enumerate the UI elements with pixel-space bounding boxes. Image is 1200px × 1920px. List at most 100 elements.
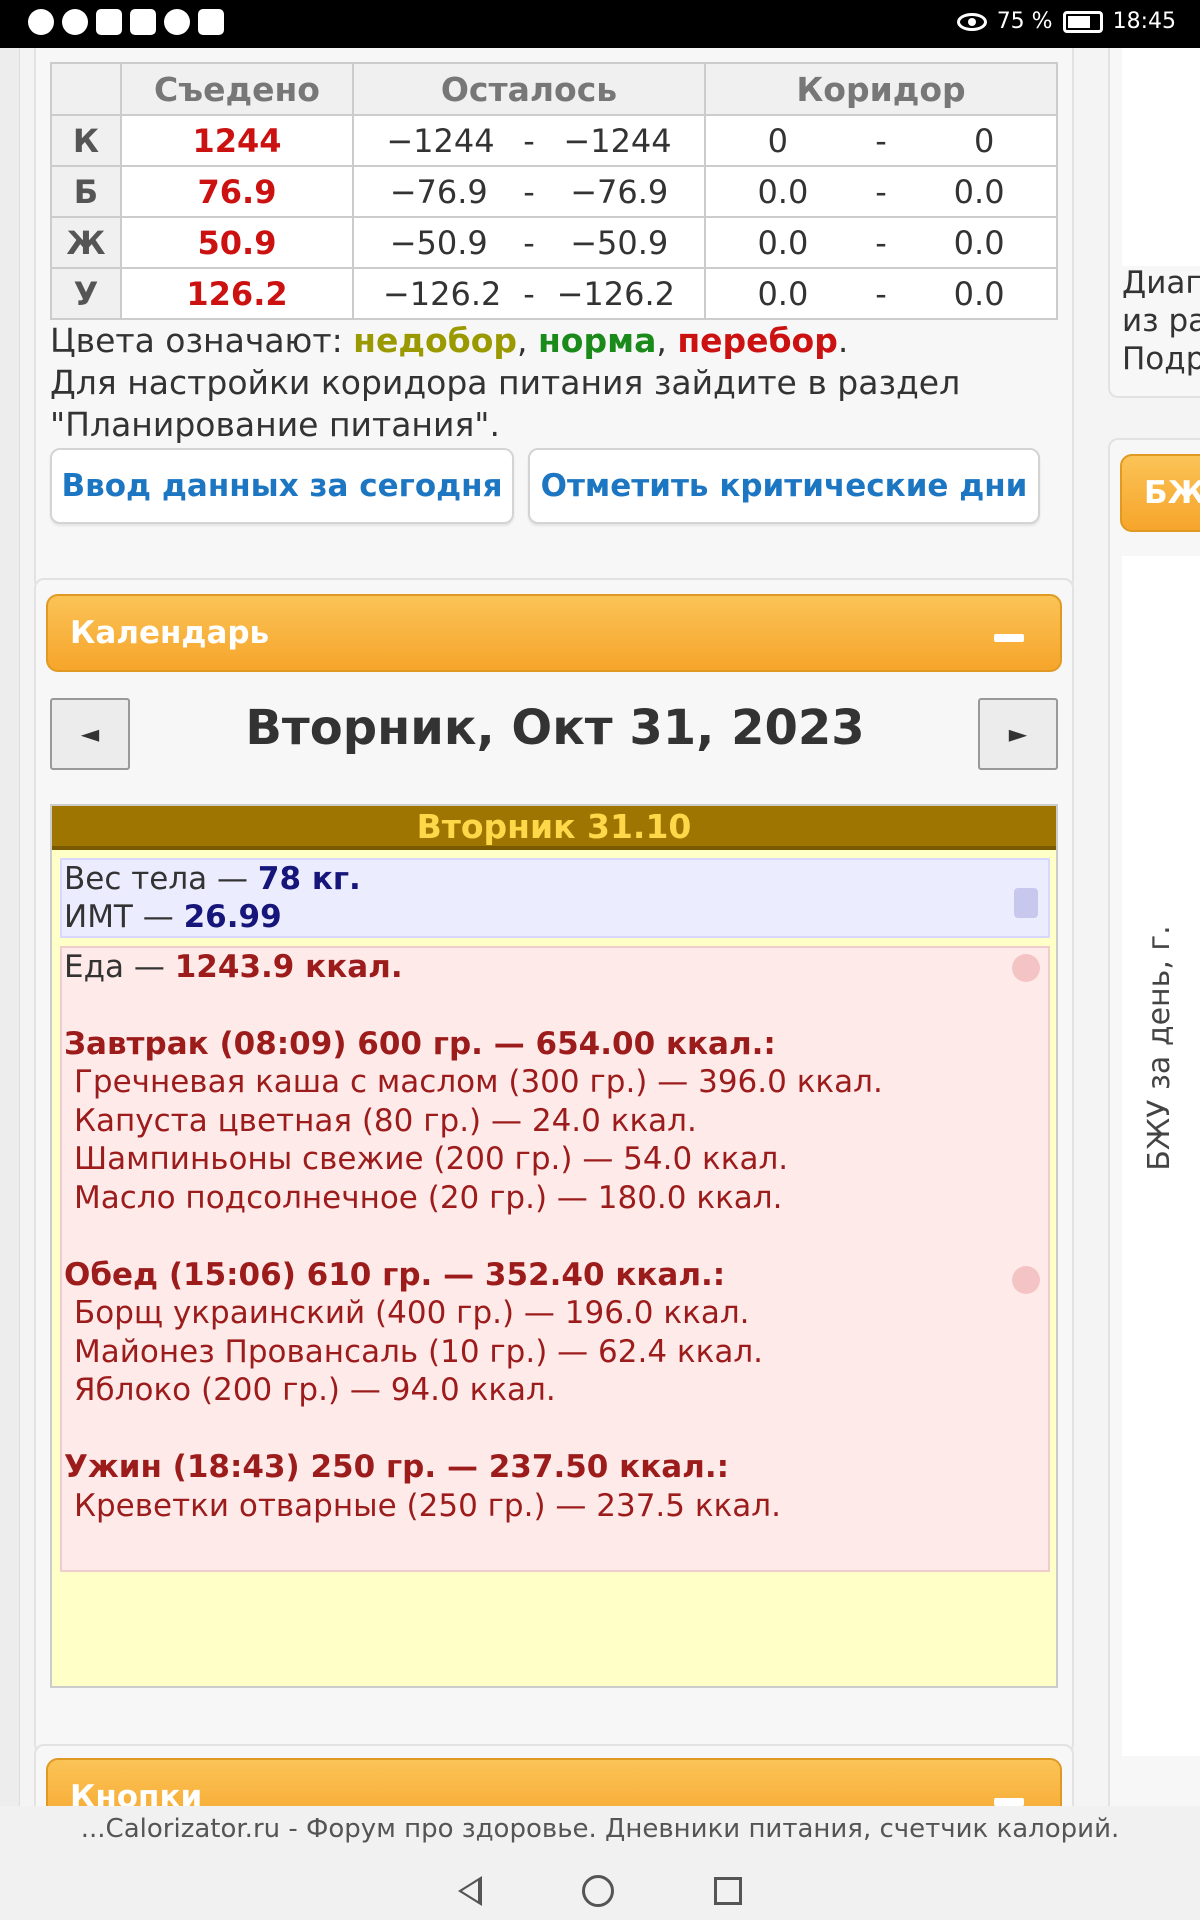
- browser-footer: ...Calorizator.ru - Форум про здоровье. …: [0, 1806, 1200, 1920]
- left-rail: [0, 48, 20, 1806]
- collapse-icon[interactable]: [994, 634, 1024, 642]
- legend-over: перебор: [677, 321, 838, 360]
- table-header-eaten: Съедено: [120, 62, 354, 116]
- enter-today-button[interactable]: Ввод данных за сегодня: [50, 448, 514, 524]
- corridor-from: 0.0: [757, 274, 809, 313]
- list-item: Борщ украинский (400 гр.) — 196.0 ккал.: [74, 1295, 750, 1332]
- corridor-range: 0.0 - 0.0: [704, 216, 1058, 269]
- calendar-date-title: Вторник, Окт 31, 2023: [245, 700, 865, 756]
- apple-icon: [1012, 954, 1040, 982]
- weight-value: 78 кг.: [257, 861, 361, 897]
- left-range: −126.2- −126.2: [352, 267, 706, 320]
- scale-icon: [1014, 888, 1038, 918]
- eaten-value: 1244: [120, 114, 354, 167]
- back-icon[interactable]: [458, 1876, 482, 1906]
- corridor-to: 0.0: [953, 223, 1005, 262]
- table-row: К 1244 −1244- −1244 0-0: [50, 114, 1058, 167]
- calendar-notification-icon: [130, 9, 156, 35]
- left-to: −76.9: [570, 172, 669, 211]
- right-text-line: Диаг: [1122, 265, 1200, 301]
- list-item: Капуста цветная (80 гр.) — 24.0 ккал.: [74, 1102, 697, 1139]
- meal-title: Ужин (18:43) 250 гр. — 237.50 ккал.:: [64, 1448, 730, 1485]
- legend-comma: ,: [656, 321, 678, 360]
- row-label: Ж: [50, 216, 122, 269]
- right-info-text: Диаг из ра Подр: [1122, 264, 1200, 378]
- status-icons-right: 75 % 18:45: [956, 9, 1176, 34]
- prev-day-button[interactable]: ◄: [50, 698, 130, 770]
- weight-line: Вес тела — 78 кг.: [64, 860, 1048, 898]
- weight-entry[interactable]: Вес тела — 78 кг. ИМТ — 26.99: [60, 858, 1050, 938]
- list-item: Яблоко (200 гр.) — 94.0 ккал.: [74, 1372, 556, 1409]
- buttons-panel-header[interactable]: Кнопки: [46, 1758, 1062, 1806]
- right-info-image: [1122, 48, 1200, 266]
- next-day-button[interactable]: ►: [978, 698, 1058, 770]
- right-text-line: Подр: [1122, 341, 1200, 377]
- row-label: К: [50, 114, 122, 167]
- legend-norm: норма: [538, 321, 657, 360]
- battery-percent: 75 %: [996, 9, 1053, 34]
- range-separator: -: [875, 274, 887, 313]
- list-item: Майонез Провансаль (10 гр.) — 62.4 ккал.: [74, 1333, 764, 1370]
- clock: 18:45: [1112, 9, 1176, 34]
- corridor-from: 0: [767, 121, 788, 160]
- range-separator: -: [523, 172, 535, 211]
- apple-icon: [1012, 1266, 1040, 1294]
- web-page[interactable]: Съедено Осталось Коридор К 1244 −1244- −1…: [0, 48, 1200, 1806]
- food-value: 1243.9 ккал.: [174, 949, 403, 985]
- range-separator: -: [875, 172, 887, 211]
- bmi-value: 26.99: [183, 899, 282, 935]
- legend-prefix: Цвета означают:: [50, 321, 354, 360]
- home-icon[interactable]: [582, 1875, 614, 1907]
- bju-tab-header[interactable]: БЖ: [1120, 454, 1200, 532]
- corridor-range: 0 - 0: [704, 114, 1058, 167]
- system-navigation-bar: [0, 1868, 1200, 1914]
- day-header[interactable]: Вторник 31.10: [52, 806, 1056, 850]
- status-icons-left: [28, 9, 224, 35]
- corridor-range: 0.0 - 0.0: [704, 165, 1058, 218]
- page-title-footer[interactable]: ...Calorizator.ru - Форум про здоровье. …: [0, 1814, 1200, 1844]
- corridor-from: 0.0: [757, 223, 809, 262]
- bju-chart-axis-label: БЖУ за день, г.: [1142, 925, 1177, 1171]
- critical-days-button[interactable]: Отметить критические дни: [528, 448, 1040, 524]
- calendar-header-title: Календарь: [70, 615, 270, 651]
- eaten-value: 76.9: [120, 165, 354, 218]
- left-range: −1244- −1244: [352, 114, 706, 167]
- recent-apps-icon[interactable]: [714, 1877, 742, 1905]
- meal-title: Завтрак (08:09) 600 гр. — 654.00 ккал.:: [64, 1025, 776, 1062]
- left-range: −76.9- −76.9: [352, 165, 706, 218]
- food-label: Еда —: [64, 949, 175, 985]
- left-from: −50.9: [389, 223, 488, 262]
- nutrient-table: Съедено Осталось Коридор К 1244 −1244- −1…: [50, 62, 1058, 320]
- eaten-value: 126.2: [120, 267, 354, 320]
- battery-icon: [1062, 10, 1103, 33]
- corridor-range: 0.0 - 0.0: [704, 267, 1058, 320]
- bmi-line: ИМТ — 26.99: [64, 898, 1048, 936]
- legend-comma: ,: [517, 321, 538, 360]
- table-header-left: Осталось: [352, 62, 706, 116]
- food-total: Еда — 1243.9 ккал.: [64, 948, 1048, 987]
- weight-label: Вес тела —: [64, 861, 258, 897]
- corridor-settings-note: Для настройки коридора питания зайдите в…: [50, 363, 961, 444]
- calendar-header[interactable]: Календарь: [46, 594, 1062, 672]
- legend-under: недобор: [353, 321, 518, 360]
- range-separator: -: [875, 223, 887, 262]
- table-row: Б 76.9 −76.9- −76.9 0.0-0.0: [50, 165, 1058, 218]
- meal-title: Обед (15:06) 610 гр. — 352.40 ккал.:: [64, 1256, 726, 1293]
- food-entry[interactable]: Еда — 1243.9 ккал. Завтрак (08:09) 600 г…: [60, 946, 1050, 1572]
- left-to: −1244: [563, 121, 672, 160]
- wifi-icon: [28, 9, 54, 35]
- left-to: −126.2: [556, 274, 676, 313]
- table-row: Ж 50.9 −50.9- −50.9 0.0-0.0: [50, 216, 1058, 269]
- bmi-label: ИМТ —: [64, 899, 184, 935]
- list-item: Гречневая каша с маслом (300 гр.) — 396.…: [74, 1064, 883, 1101]
- left-range: −50.9- −50.9: [352, 216, 706, 269]
- range-separator: -: [523, 274, 535, 313]
- corridor-to: 0.0: [953, 274, 1005, 313]
- table-header-blank: [50, 62, 122, 116]
- eye-comfort-icon: [956, 12, 987, 31]
- row-label: Б: [50, 165, 122, 218]
- app-notification-icon: [62, 9, 88, 35]
- list-item: Масло подсолнечное (20 гр.) — 180.0 ккал…: [74, 1179, 783, 1216]
- range-separator: -: [523, 223, 535, 262]
- collapse-icon[interactable]: [994, 1798, 1024, 1806]
